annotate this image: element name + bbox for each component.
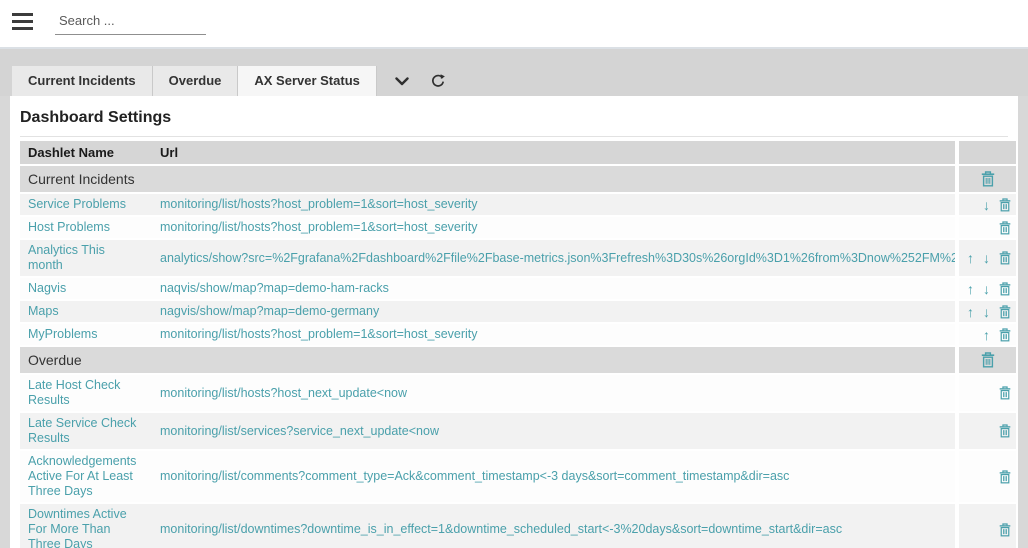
delete-button[interactable] [999, 424, 1011, 438]
delete-button[interactable] [999, 523, 1011, 537]
dashlet-url: analytics/show?src=%2Fgrafana%2Fdashboar… [150, 240, 955, 276]
dashlet-name-link[interactable]: Nagvis [28, 281, 66, 295]
dashlet-name-link[interactable]: Downtimes Active For More Than Three Day… [28, 507, 127, 548]
delete-button[interactable] [999, 198, 1011, 212]
move-up-button[interactable]: ↑ [983, 328, 990, 342]
dashlet-url: monitoring/list/hosts?host_problem=1&sor… [150, 324, 955, 345]
tab-current-incidents[interactable]: Current Incidents [12, 66, 153, 96]
refresh-icon[interactable] [427, 70, 449, 92]
section-title: Current Incidents [20, 166, 955, 192]
menu-icon[interactable] [12, 13, 33, 30]
delete-button[interactable] [999, 386, 1011, 400]
move-up-button[interactable]: ↑ [967, 251, 974, 265]
dashlet-url: naqvis/show/map?map=demo-ham-racks [150, 278, 955, 299]
dashlet-name-link[interactable]: MyProblems [28, 327, 97, 341]
page-title: Dashboard Settings [20, 96, 1008, 137]
section-title: Overdue [20, 347, 955, 373]
row-actions [959, 451, 1016, 502]
dashlet-url: monitoring/list/downtimes?downtime_is_in… [150, 504, 955, 548]
dashlet-name-link[interactable]: Service Problems [28, 197, 126, 211]
search-input[interactable] [55, 7, 206, 35]
content-panel: Dashboard Settings Dashlet Name Url Curr… [10, 96, 1018, 548]
dashboard-settings-table: Dashlet Name Url Current IncidentsServic… [20, 141, 1016, 548]
move-down-button[interactable]: ↓ [983, 282, 990, 296]
table-header-row: Dashlet Name Url [20, 141, 1016, 164]
dashlet-name-link[interactable]: Maps [28, 304, 59, 318]
move-up-button[interactable]: ↑ [967, 305, 974, 319]
table-row: Host Problems monitoring/list/hosts?host_… [20, 217, 1016, 238]
dashlet-url: monitoring/list/hosts?host_problem=1&sor… [150, 194, 955, 215]
delete-button[interactable] [981, 352, 995, 368]
dashlet-name-link[interactable]: Analytics This month [28, 243, 105, 272]
row-actions [959, 413, 1016, 449]
row-actions [959, 375, 1016, 411]
dashlet-name-link[interactable]: Late Service Check Results [28, 416, 136, 445]
section-row: Current Incidents [20, 166, 1016, 192]
row-actions: ↑↓ [959, 240, 1016, 276]
table-row: Late Host Check Results monitoring/list/h… [20, 375, 1016, 411]
topbar [0, 0, 1028, 47]
dashlet-name-link[interactable]: Host Problems [28, 220, 110, 234]
dashlet-name-link[interactable]: Acknowledgements Active For At Least Thr… [28, 454, 136, 498]
delete-button[interactable] [999, 282, 1011, 296]
column-header-dashlet-name: Dashlet Name [20, 141, 150, 164]
row-actions: ↓ [959, 194, 1016, 215]
dashlet-url: monitoring/list/hosts?host_problem=1&sor… [150, 217, 955, 238]
row-actions: ↑ [959, 324, 1016, 345]
delete-button[interactable] [999, 221, 1011, 235]
row-actions: ↑↓ [959, 278, 1016, 299]
dashlet-url: monitoring/list/comments?comment_type=Ac… [150, 451, 955, 502]
dashlet-name-link[interactable]: Late Host Check Results [28, 378, 120, 407]
table-row: Analytics This month analytics/show?src=%… [20, 240, 1016, 276]
section-actions [959, 166, 1016, 192]
dashlet-url: monitoring/list/hosts?host_next_update<n… [150, 375, 955, 411]
row-actions [959, 504, 1016, 548]
table-row: MyProblems monitoring/list/hosts?host_pro… [20, 324, 1016, 345]
move-down-button[interactable]: ↓ [983, 251, 990, 265]
tab-bar: Current IncidentsOverdueAX Server Status [0, 47, 1028, 96]
chevron-down-icon[interactable] [391, 70, 413, 92]
column-header-url: Url [150, 141, 955, 164]
section-actions [959, 347, 1016, 373]
tab-ax-server-status[interactable]: AX Server Status [238, 66, 377, 96]
row-actions [959, 217, 1016, 238]
table-row: Nagvis naqvis/show/map?map=demo-ham-racks… [20, 278, 1016, 299]
dashlet-url: monitoring/list/services?service_next_up… [150, 413, 955, 449]
table-row: Downtimes Active For More Than Three Day… [20, 504, 1016, 548]
delete-button[interactable] [999, 470, 1011, 484]
table-row: Acknowledgements Active For At Least Thr… [20, 451, 1016, 502]
delete-button[interactable] [999, 305, 1011, 319]
delete-button[interactable] [981, 171, 995, 187]
dashlet-url: nagvis/show/map?map=demo-germany [150, 301, 955, 322]
column-header-actions [959, 141, 1016, 164]
table-row: Service Problems monitoring/list/hosts?ho… [20, 194, 1016, 215]
table-row: Late Service Check Results monitoring/lis… [20, 413, 1016, 449]
tab-overdue[interactable]: Overdue [153, 66, 239, 96]
delete-button[interactable] [999, 251, 1011, 265]
move-down-button[interactable]: ↓ [983, 198, 990, 212]
row-actions: ↑↓ [959, 301, 1016, 322]
delete-button[interactable] [999, 328, 1011, 342]
table-row: Mapsnagvis/show/map?map=demo-germany↑↓ [20, 301, 1016, 322]
move-down-button[interactable]: ↓ [983, 305, 990, 319]
move-up-button[interactable]: ↑ [967, 282, 974, 296]
section-row: Overdue [20, 347, 1016, 373]
